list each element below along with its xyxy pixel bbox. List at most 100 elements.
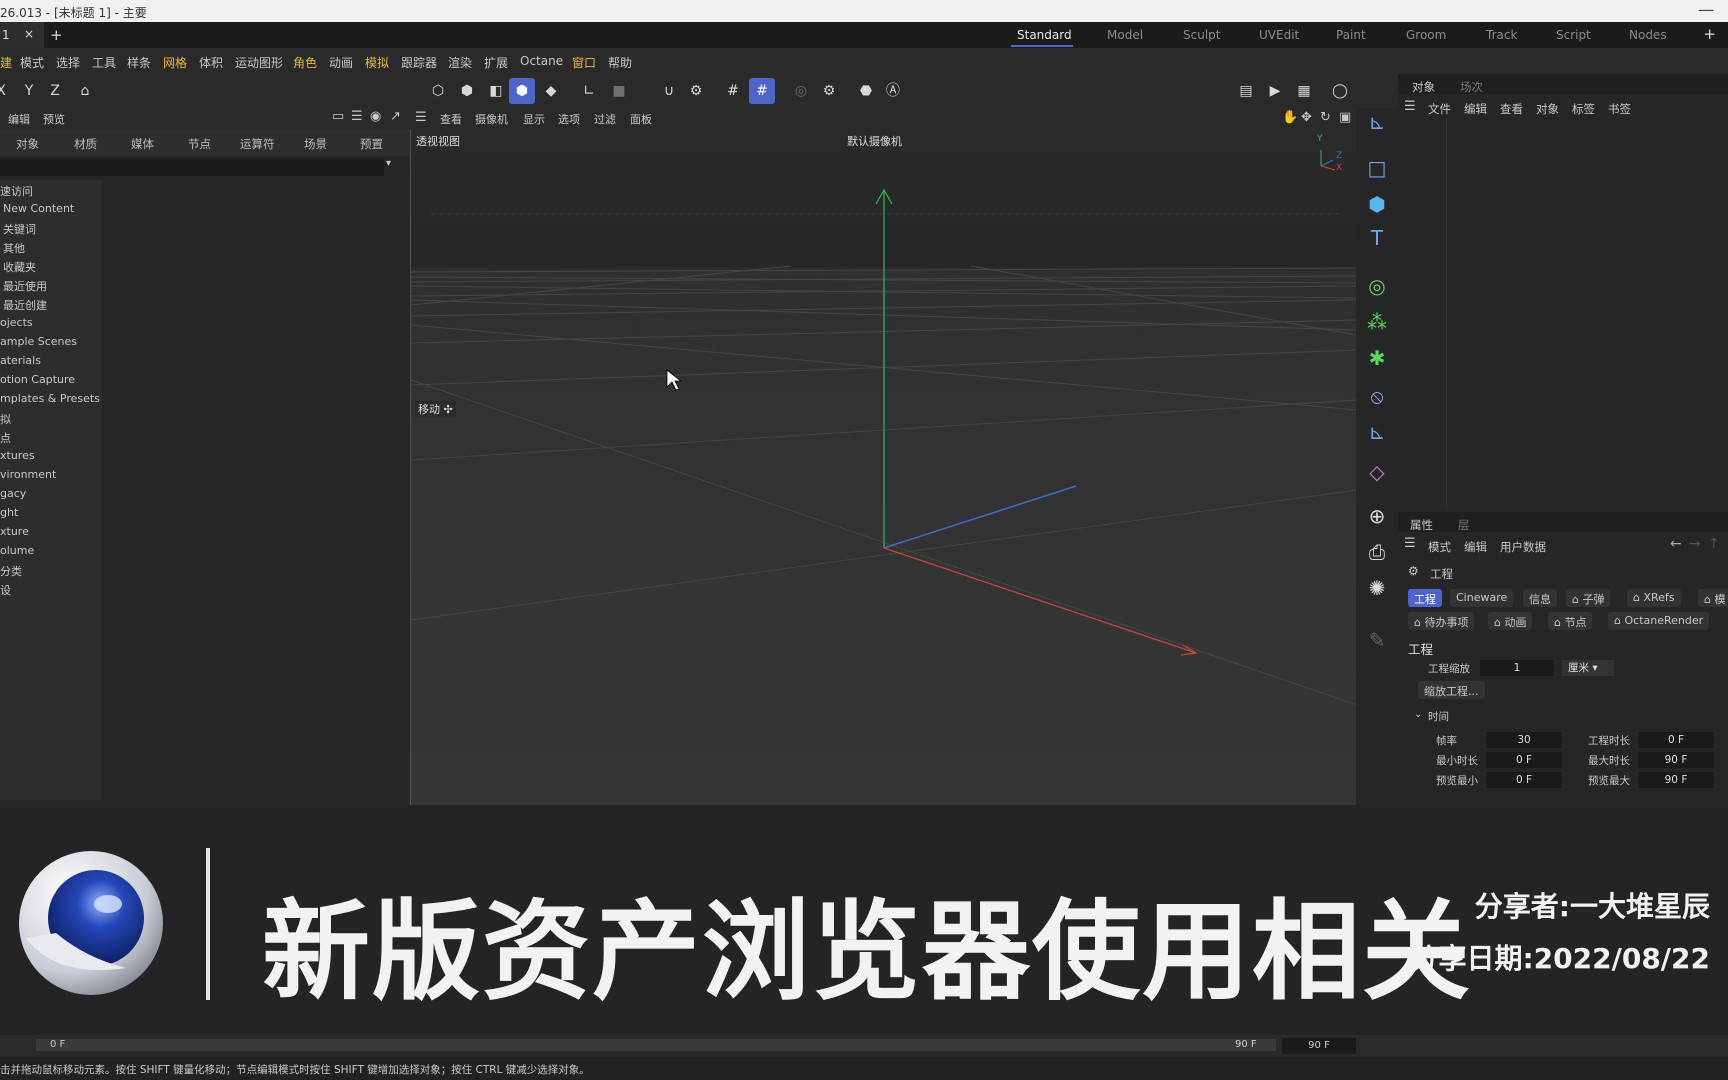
tree-item[interactable]: mplates & Presets	[0, 392, 100, 405]
tree-item[interactable]: xtures	[0, 449, 35, 462]
viewport-menu-options[interactable]: 选项	[558, 111, 580, 127]
tree-item[interactable]: ample Scenes	[0, 335, 77, 348]
layout-groom[interactable]: Groom	[1406, 28, 1446, 42]
tree-item[interactable]: 其他	[3, 240, 25, 256]
model-mode-icon[interactable]: ⬢	[509, 78, 535, 104]
menu-help[interactable]: 帮助	[608, 54, 632, 71]
tag-octanerender[interactable]: ⌂ OctaneRender	[1608, 612, 1710, 630]
edit-menu[interactable]: 编辑	[8, 111, 30, 127]
snap-icon[interactable]: ∪	[656, 78, 682, 104]
tab-materials[interactable]: 材质	[74, 136, 97, 152]
tree-item[interactable]: xture	[0, 525, 29, 538]
coordinate-system-icon[interactable]: ⌂	[72, 78, 98, 104]
axis-tool-icon[interactable]: ⊾	[1364, 109, 1390, 135]
new-tab-button[interactable]: +	[50, 26, 63, 44]
tree-item[interactable]: otion Capture	[0, 373, 75, 386]
tag-animation[interactable]: ⌂ 动画	[1488, 612, 1533, 630]
tag-more[interactable]: ⌂ 模	[1698, 589, 1728, 607]
timeline-end-field[interactable]: 90 F	[1282, 1038, 1356, 1054]
forward-arrow-icon[interactable]: →	[1689, 536, 1701, 552]
light-icon[interactable]: ✺	[1364, 575, 1390, 601]
preview-min-field[interactable]: 0 F	[1486, 772, 1562, 788]
tab-operators[interactable]: 运算符	[240, 136, 275, 152]
grid-icon[interactable]: #	[720, 78, 746, 104]
asset-search-input[interactable]	[0, 158, 384, 176]
text-icon[interactable]: T	[1364, 225, 1390, 251]
edges-mode-icon[interactable]: ⬢	[454, 78, 480, 104]
pencil-icon[interactable]: ✎	[1364, 627, 1390, 653]
preview-menu[interactable]: 预览	[43, 111, 65, 127]
render-view-icon[interactable]: ▶	[1262, 78, 1288, 104]
volume-icon[interactable]: ◇	[1364, 459, 1390, 485]
target-icon[interactable]: ◉	[370, 109, 381, 124]
project-scale-unit-select[interactable]: 厘米 ▾	[1562, 660, 1614, 676]
timeline-bar[interactable]: 0 F 90 F 90 F	[0, 1035, 1728, 1057]
tab-objects-manager[interactable]: 对象	[1412, 79, 1435, 95]
om-menu-object[interactable]: 对象	[1536, 101, 1559, 117]
close-tab-icon[interactable]: ×	[24, 27, 34, 41]
tree-item[interactable]: New Content	[3, 202, 74, 215]
menu-octane[interactable]: Octane	[520, 54, 563, 68]
add-layout-button[interactable]: +	[1703, 25, 1716, 43]
viewport-menu-view[interactable]: 查看	[440, 111, 462, 127]
spline-rectangle-icon[interactable]: □	[1364, 155, 1390, 181]
pan-hand-icon[interactable]: ✋	[1282, 110, 1298, 125]
layout-uvedit[interactable]: UVEdit	[1259, 28, 1299, 42]
timeline-track[interactable]	[36, 1039, 1276, 1051]
om-menu-bookmarks[interactable]: 书签	[1608, 101, 1631, 117]
om-hamburger-icon[interactable]: ☰	[1404, 99, 1416, 114]
tag-xrefs[interactable]: ⌂ XRefs	[1627, 589, 1681, 607]
x-axis-lock-button[interactable]: X	[0, 78, 14, 104]
filter-icon[interactable]: ☰	[351, 109, 363, 124]
menu-select[interactable]: 选择	[56, 54, 80, 71]
layout-toggle-icon[interactable]: ▭	[332, 109, 344, 124]
menu-tracker[interactable]: 跟踪器	[401, 54, 437, 71]
viewport-menu-display[interactable]: 显示	[523, 111, 545, 127]
layout-paint[interactable]: Paint	[1336, 28, 1366, 42]
tab-media[interactable]: 媒体	[131, 136, 154, 152]
move-view-icon[interactable]: ✥	[1301, 110, 1312, 125]
up-arrow-icon[interactable]: ↑	[1708, 536, 1720, 552]
viewport-menu-cameras[interactable]: 摄像机	[475, 111, 508, 127]
workplane-icon[interactable]: ■	[606, 78, 632, 104]
tab-takes[interactable]: 场次	[1460, 79, 1483, 95]
project-scale-field[interactable]: 1	[1480, 660, 1554, 676]
tree-item[interactable]: 点	[0, 430, 11, 446]
tree-item[interactable]: 最近创建	[3, 297, 47, 313]
tree-item[interactable]: 拟	[0, 411, 11, 427]
tag-todo[interactable]: ⌂ 待办事项	[1408, 612, 1475, 630]
environment-icon[interactable]: ⊕	[1364, 503, 1390, 529]
maximize-view-icon[interactable]: ▣	[1339, 110, 1351, 125]
clapper-icon[interactable]: ▤	[1233, 78, 1259, 104]
am-menu-edit[interactable]: 编辑	[1464, 539, 1487, 555]
y-axis-lock-button[interactable]: Y	[16, 78, 42, 104]
search-dropdown-icon[interactable]: ▾	[386, 158, 391, 169]
axis-mode-icon[interactable]: ∟	[576, 78, 602, 104]
tag-info[interactable]: 信息	[1523, 589, 1557, 607]
tree-item[interactable]: 关键词	[3, 221, 36, 237]
project-length-field[interactable]: 0 F	[1638, 732, 1714, 748]
field-icon[interactable]: ⊾	[1364, 419, 1390, 445]
layout-script[interactable]: Script	[1556, 28, 1591, 42]
tree-item[interactable]: olume	[0, 544, 34, 557]
am-menu-mode[interactable]: 模式	[1428, 539, 1451, 555]
om-menu-file[interactable]: 文件	[1428, 101, 1451, 117]
tree-item[interactable]: ojects	[0, 316, 33, 329]
layout-sculpt[interactable]: Sculpt	[1183, 28, 1220, 42]
layout-nodes[interactable]: Nodes	[1629, 28, 1667, 42]
polygons-mode-icon[interactable]: ◧	[483, 78, 509, 104]
menu-volume[interactable]: 体积	[199, 54, 223, 71]
tag-cineware[interactable]: Cineware	[1450, 589, 1514, 607]
tree-item[interactable]: 最近使用	[3, 278, 47, 294]
perspective-viewport[interactable]: 透视视图 默认摄像机 移动 ✣ Y Z X	[410, 130, 1356, 805]
render-settings-icon[interactable]: ⚙	[816, 78, 842, 104]
tree-item[interactable]: ght	[0, 506, 18, 519]
om-menu-edit[interactable]: 编辑	[1464, 101, 1487, 117]
popout-icon[interactable]: ↗	[390, 109, 401, 124]
effector-icon[interactable]: ✱	[1364, 345, 1390, 371]
back-arrow-icon[interactable]: ←	[1670, 536, 1682, 552]
fps-field[interactable]: 30	[1486, 732, 1562, 748]
layout-track[interactable]: Track	[1486, 28, 1517, 42]
tree-item[interactable]: 设	[0, 582, 11, 598]
menu-animate[interactable]: 动画	[329, 54, 353, 71]
